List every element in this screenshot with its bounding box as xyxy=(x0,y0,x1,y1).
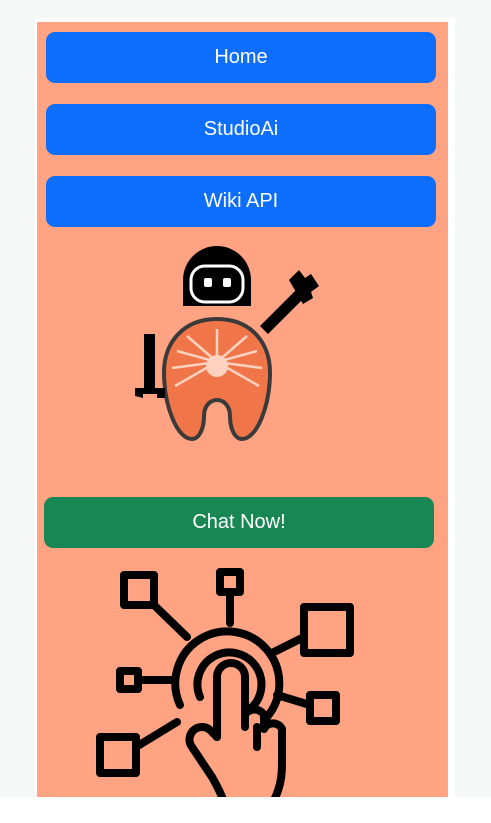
robot-left-hand xyxy=(135,388,165,398)
chat-now-button[interactable]: Chat Now! xyxy=(44,497,434,548)
wiki-api-button[interactable]: Wiki API xyxy=(46,176,436,227)
salmon-bone xyxy=(206,355,228,377)
touch-network-icon xyxy=(96,568,354,808)
node-top-right xyxy=(300,603,354,657)
node-bottom-left xyxy=(96,733,140,777)
studioai-button[interactable]: StudioAi xyxy=(46,104,436,155)
robot-face xyxy=(189,264,245,304)
robot-right-eye xyxy=(223,278,231,287)
page-card: Home StudioAi Wiki API Chat Now! xyxy=(35,18,455,808)
home-button[interactable]: Home xyxy=(46,32,436,83)
content-panel: Home StudioAi Wiki API Chat Now! xyxy=(37,22,448,808)
node-right-small xyxy=(306,691,340,725)
bottom-edge xyxy=(0,797,491,823)
salmon-robot-icon xyxy=(135,246,319,442)
node-top-left xyxy=(120,571,158,609)
robot-left-eye xyxy=(204,278,212,287)
robot-left-arm xyxy=(144,334,155,392)
